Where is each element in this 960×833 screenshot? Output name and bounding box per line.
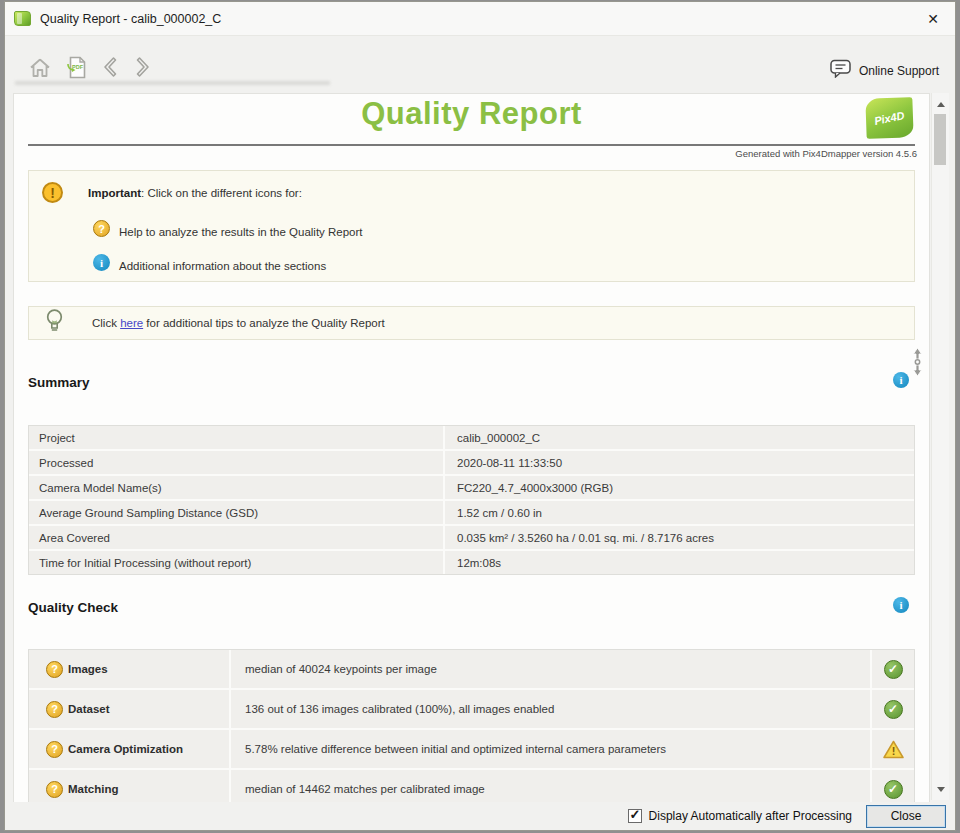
generated-note: Generated with Pix4Dmapper version 4.5.6 (14, 148, 917, 159)
forward-icon[interactable] (136, 56, 151, 82)
background-artifact (15, 81, 330, 85)
table-row: Projectcalib_000002_C (29, 426, 914, 451)
quality-check-section-head: Quality Check i (28, 598, 915, 616)
status-icon: ✓! (872, 690, 914, 728)
footer-bar: Display Automatically after Processing C… (5, 802, 955, 830)
status-icon: ✓! (872, 770, 914, 804)
help-icon[interactable]: ? (46, 701, 63, 718)
check-icon: ✓ (884, 780, 903, 799)
svg-text:!: ! (891, 745, 895, 757)
status-icon: ✓! (872, 730, 914, 768)
lightbulb-icon (45, 308, 64, 339)
help-icon[interactable]: ? (46, 781, 63, 798)
back-icon[interactable] (102, 56, 117, 82)
online-support[interactable]: Online Support (830, 59, 939, 82)
home-icon[interactable] (29, 57, 51, 82)
report-page: Quality Report Pix4D Generated with Pix4… (13, 93, 930, 804)
summary-heading: Summary (28, 375, 90, 390)
table-row: Processed2020-08-11 11:33:50 (29, 451, 914, 476)
table-row: Camera Model Name(s)FC220_4.7_4000x3000 … (29, 476, 914, 501)
warning-icon: ! (883, 740, 904, 759)
close-button[interactable]: Close (866, 805, 946, 828)
window-title: Quality Report - calib_000002_C (40, 12, 221, 26)
quality-check-info-icon[interactable]: i (893, 597, 909, 613)
important-icon: ! (42, 182, 63, 203)
svg-text:PDF: PDF (72, 64, 84, 70)
status-icon: ✓! (872, 650, 914, 688)
important-box: ! Important: Click on the different icon… (28, 170, 915, 282)
table-row: ?Dataset 136 out of 136 images calibrate… (29, 690, 914, 730)
table-row: Average Ground Sampling Distance (GSD)1.… (29, 501, 914, 526)
close-icon[interactable]: ✕ (924, 10, 942, 28)
summary-info-icon[interactable]: i (893, 372, 909, 388)
table-row: Area Covered0.035 km² / 3.5260 ha / 0.01… (29, 526, 914, 551)
help-icon[interactable]: ? (46, 741, 63, 758)
tip-box: Click here for additional tips to analyz… (28, 306, 915, 340)
report-title: Quality Report (14, 96, 929, 132)
scroll-up-icon[interactable] (932, 97, 949, 111)
help-icon[interactable]: ? (46, 661, 63, 678)
app-icon (14, 11, 31, 26)
display-automatically-checkbox[interactable] (628, 809, 642, 823)
scrollbar-thumb[interactable] (934, 114, 946, 165)
titlebar: Quality Report - calib_000002_C ✕ (5, 2, 955, 36)
check-icon: ✓ (884, 660, 903, 679)
report-viewport: Quality Report Pix4D Generated with Pix4… (5, 92, 955, 802)
important-item-text: Help to analyze the results in the Quali… (119, 226, 363, 238)
table-row: ?Camera Optimization 5.78% relative diff… (29, 730, 914, 770)
table-row: Time for Initial Processing (without rep… (29, 551, 914, 574)
export-pdf-icon[interactable]: PDF (66, 56, 87, 83)
info-icon[interactable]: i (93, 254, 110, 271)
table-row: ?Matching median of 14462 matches per ca… (29, 770, 914, 804)
scroll-down-icon[interactable] (932, 782, 949, 796)
important-text: Important: Click on the different icons … (88, 187, 302, 199)
chat-bubble-icon (830, 59, 851, 82)
tip-link[interactable]: here (120, 317, 143, 329)
tip-text: Click here for additional tips to analyz… (92, 317, 385, 329)
important-item-text: Additional information about the section… (119, 260, 326, 272)
summary-table: Projectcalib_000002_C Processed2020-08-1… (28, 425, 915, 575)
checkbox-label: Display Automatically after Processing (649, 809, 852, 823)
resize-cursor (911, 347, 924, 381)
pix4d-logo: Pix4D (865, 97, 913, 139)
quality-report-window: Quality Report - calib_000002_C ✕ PDF On… (4, 1, 956, 831)
summary-section-head: Summary i (28, 373, 915, 391)
online-support-label: Online Support (859, 64, 939, 78)
vertical-scrollbar[interactable] (931, 93, 949, 800)
table-row: ?Images median of 40024 keypoints per im… (29, 650, 914, 690)
title-divider (28, 144, 915, 146)
quality-check-heading: Quality Check (28, 600, 118, 615)
check-icon: ✓ (884, 700, 903, 719)
help-icon[interactable]: ? (93, 220, 110, 237)
quality-check-table: ?Images median of 40024 keypoints per im… (28, 649, 915, 804)
